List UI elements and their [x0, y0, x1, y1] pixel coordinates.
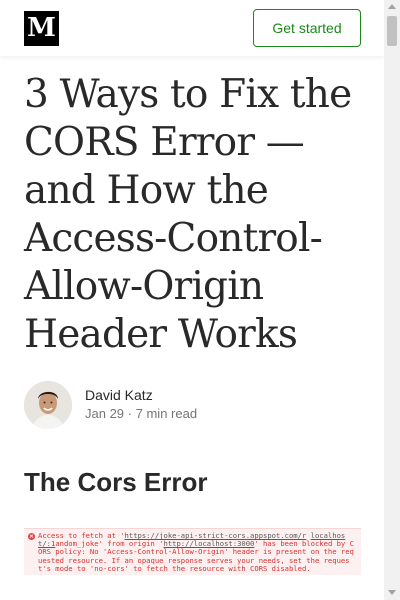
- publish-date: Jan 29: [85, 406, 125, 421]
- vertical-scrollbar[interactable]: [384, 0, 400, 600]
- scrollbar-thumb[interactable]: [387, 16, 397, 46]
- top-bar: M Get started: [0, 0, 384, 56]
- article-title: 3 Ways to Fix the CORS Error — and How t…: [24, 72, 352, 357]
- console-error-screenshot: × Access to fetch at 'https://joke-api-s…: [24, 528, 361, 575]
- medium-logo[interactable]: M: [24, 11, 59, 46]
- section-heading: The Cors Error: [24, 467, 208, 497]
- author-avatar[interactable]: [24, 381, 72, 429]
- console-error-text: Access to fetch at 'https://joke-api-str…: [38, 531, 357, 573]
- scroll-down-arrow-icon[interactable]: [388, 590, 396, 595]
- article-meta: Jan 29 · 7 min read: [85, 405, 197, 423]
- error-x-icon: ×: [28, 533, 35, 540]
- read-time: 7 min read: [135, 406, 198, 421]
- article-page: M Get started 3 Ways to Fix the CORS Err…: [0, 0, 400, 600]
- scroll-up-arrow-icon[interactable]: [388, 4, 396, 9]
- get-started-button[interactable]: Get started: [253, 9, 361, 47]
- meta-separator: ·: [127, 406, 133, 421]
- author-name-link[interactable]: David Katz: [85, 386, 153, 404]
- avatar-photo-icon: [24, 381, 72, 429]
